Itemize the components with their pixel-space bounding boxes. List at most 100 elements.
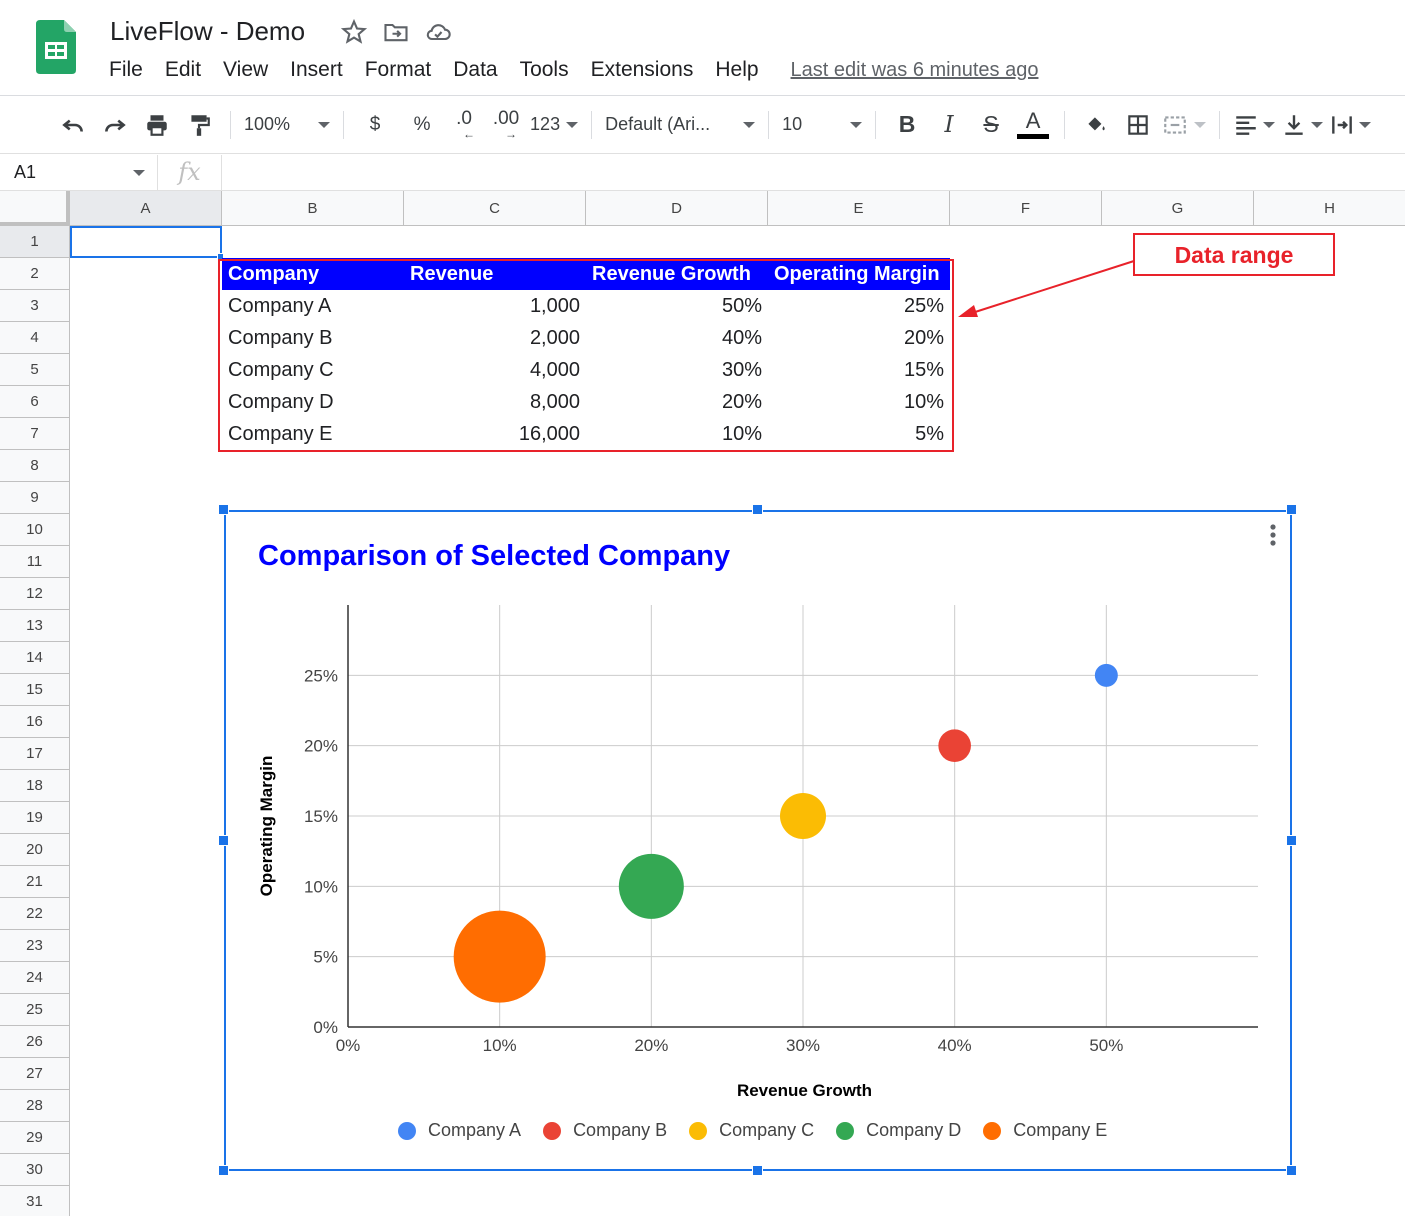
row-header-29[interactable]: 29 [0, 1122, 70, 1154]
row-header-30[interactable]: 30 [0, 1154, 70, 1186]
menu-extensions[interactable]: Extensions [580, 58, 705, 82]
select-all-corner[interactable] [0, 191, 70, 226]
row-header-17[interactable]: 17 [0, 738, 70, 770]
resize-handle-right[interactable] [1286, 835, 1297, 846]
selected-cell-a1[interactable] [70, 226, 222, 258]
column-header-e[interactable]: E [768, 191, 950, 226]
vertical-align-button[interactable] [1281, 105, 1324, 145]
column-header-h[interactable]: H [1254, 191, 1405, 226]
row-header-24[interactable]: 24 [0, 962, 70, 994]
strikethrough-button[interactable]: S [973, 105, 1009, 145]
row-header-31[interactable]: 31 [0, 1186, 70, 1216]
menu-data[interactable]: Data [442, 58, 508, 82]
font-family-select[interactable]: Default (Ari... [605, 105, 756, 145]
row-header-4[interactable]: 4 [0, 322, 70, 354]
menu-help[interactable]: Help [704, 58, 769, 82]
menu-file[interactable]: File [98, 58, 154, 82]
legend-item[interactable]: Company E [983, 1120, 1107, 1141]
legend-item[interactable]: Company D [836, 1120, 961, 1141]
chevron-down-icon [1311, 121, 1324, 128]
resize-handle-top-left[interactable] [218, 504, 229, 515]
row-header-21[interactable]: 21 [0, 866, 70, 898]
column-header-g[interactable]: G [1102, 191, 1254, 226]
row-header-1[interactable]: 1 [0, 226, 70, 258]
row-header-8[interactable]: 8 [0, 450, 70, 482]
row-header-26[interactable]: 26 [0, 1026, 70, 1058]
print-button[interactable] [139, 105, 175, 145]
row-header-5[interactable]: 5 [0, 354, 70, 386]
cloud-saved-icon[interactable] [424, 18, 452, 46]
increase-decimal-button[interactable]: .00 → [488, 105, 524, 145]
row-header-23[interactable]: 23 [0, 930, 70, 962]
redo-button[interactable] [97, 105, 133, 145]
more-vert-icon[interactable] [1266, 522, 1280, 550]
bold-button[interactable]: B [889, 105, 925, 145]
row-header-15[interactable]: 15 [0, 674, 70, 706]
row-header-20[interactable]: 20 [0, 834, 70, 866]
row-header-28[interactable]: 28 [0, 1090, 70, 1122]
row-header-11[interactable]: 11 [0, 546, 70, 578]
row-header-14[interactable]: 14 [0, 642, 70, 674]
star-icon[interactable] [340, 18, 368, 46]
row-header-10[interactable]: 10 [0, 514, 70, 546]
x-tick-label: 30% [786, 1036, 820, 1055]
toolbar-divider [591, 110, 593, 139]
paint-format-button[interactable] [181, 105, 217, 145]
column-header-d[interactable]: D [586, 191, 768, 226]
merge-cells-button[interactable] [1162, 105, 1207, 145]
legend-item[interactable]: Company C [689, 1120, 814, 1141]
sheets-logo-icon[interactable] [36, 20, 76, 74]
legend-label: Company C [719, 1120, 815, 1140]
row-header-13[interactable]: 13 [0, 610, 70, 642]
row-header-2[interactable]: 2 [0, 258, 70, 290]
currency-format-button[interactable]: $ [357, 105, 393, 145]
column-header-f[interactable]: F [950, 191, 1102, 226]
move-folder-icon[interactable] [382, 18, 410, 46]
row-header-12[interactable]: 12 [0, 578, 70, 610]
row-header-22[interactable]: 22 [0, 898, 70, 930]
column-header-b[interactable]: B [222, 191, 404, 226]
document-title[interactable]: LiveFlow - Demo [110, 16, 305, 47]
row-header-9[interactable]: 9 [0, 482, 70, 514]
percent-format-button[interactable]: % [404, 105, 440, 145]
zoom-select[interactable]: 100% [244, 105, 331, 145]
resize-handle-bottom-right[interactable] [1286, 1165, 1297, 1176]
menu-view[interactable]: View [212, 58, 279, 82]
menu-insert[interactable]: Insert [279, 58, 354, 82]
row-header-25[interactable]: 25 [0, 994, 70, 1026]
resize-handle-top-right[interactable] [1286, 504, 1297, 515]
borders-button[interactable] [1120, 105, 1156, 145]
toolbar-divider [1064, 110, 1066, 139]
more-formats-select[interactable]: 123 [530, 105, 579, 145]
column-header-a[interactable]: A [70, 191, 222, 226]
row-header-3[interactable]: 3 [0, 290, 70, 322]
row-header-6[interactable]: 6 [0, 386, 70, 418]
row-header-16[interactable]: 16 [0, 706, 70, 738]
horizontal-align-button[interactable] [1233, 105, 1276, 145]
text-color-button[interactable]: A [1015, 105, 1051, 145]
row-header-18[interactable]: 18 [0, 770, 70, 802]
resize-handle-top[interactable] [752, 504, 763, 515]
text-wrap-button[interactable] [1329, 105, 1372, 145]
fill-color-button[interactable] [1078, 105, 1114, 145]
row-header-7[interactable]: 7 [0, 418, 70, 450]
chart-container[interactable]: 0% 10% 20% 30% 40% 50% 0% 5% 10% 15% 20% 25% Revenue… [224, 510, 1292, 1171]
undo-button[interactable] [55, 105, 91, 145]
legend-item[interactable]: Company A [398, 1120, 521, 1141]
row-header-19[interactable]: 19 [0, 802, 70, 834]
font-size-select[interactable]: 10 [782, 105, 863, 145]
legend-item[interactable]: Company B [543, 1120, 667, 1141]
name-box[interactable]: A1 [0, 154, 158, 191]
menu-edit[interactable]: Edit [154, 58, 212, 82]
menu-format[interactable]: Format [354, 58, 443, 82]
last-edit-link[interactable]: Last edit was 6 minutes ago [791, 59, 1039, 82]
column-header-c[interactable]: C [404, 191, 586, 226]
decrease-decimal-button[interactable]: .0 ← [446, 105, 482, 145]
resize-handle-bottom-left[interactable] [218, 1165, 229, 1176]
row-header-27[interactable]: 27 [0, 1058, 70, 1090]
italic-button[interactable]: I [931, 105, 967, 145]
resize-handle-bottom[interactable] [752, 1165, 763, 1176]
menu-tools[interactable]: Tools [509, 58, 580, 82]
resize-handle-left[interactable] [218, 835, 229, 846]
formula-input[interactable] [222, 155, 1405, 191]
